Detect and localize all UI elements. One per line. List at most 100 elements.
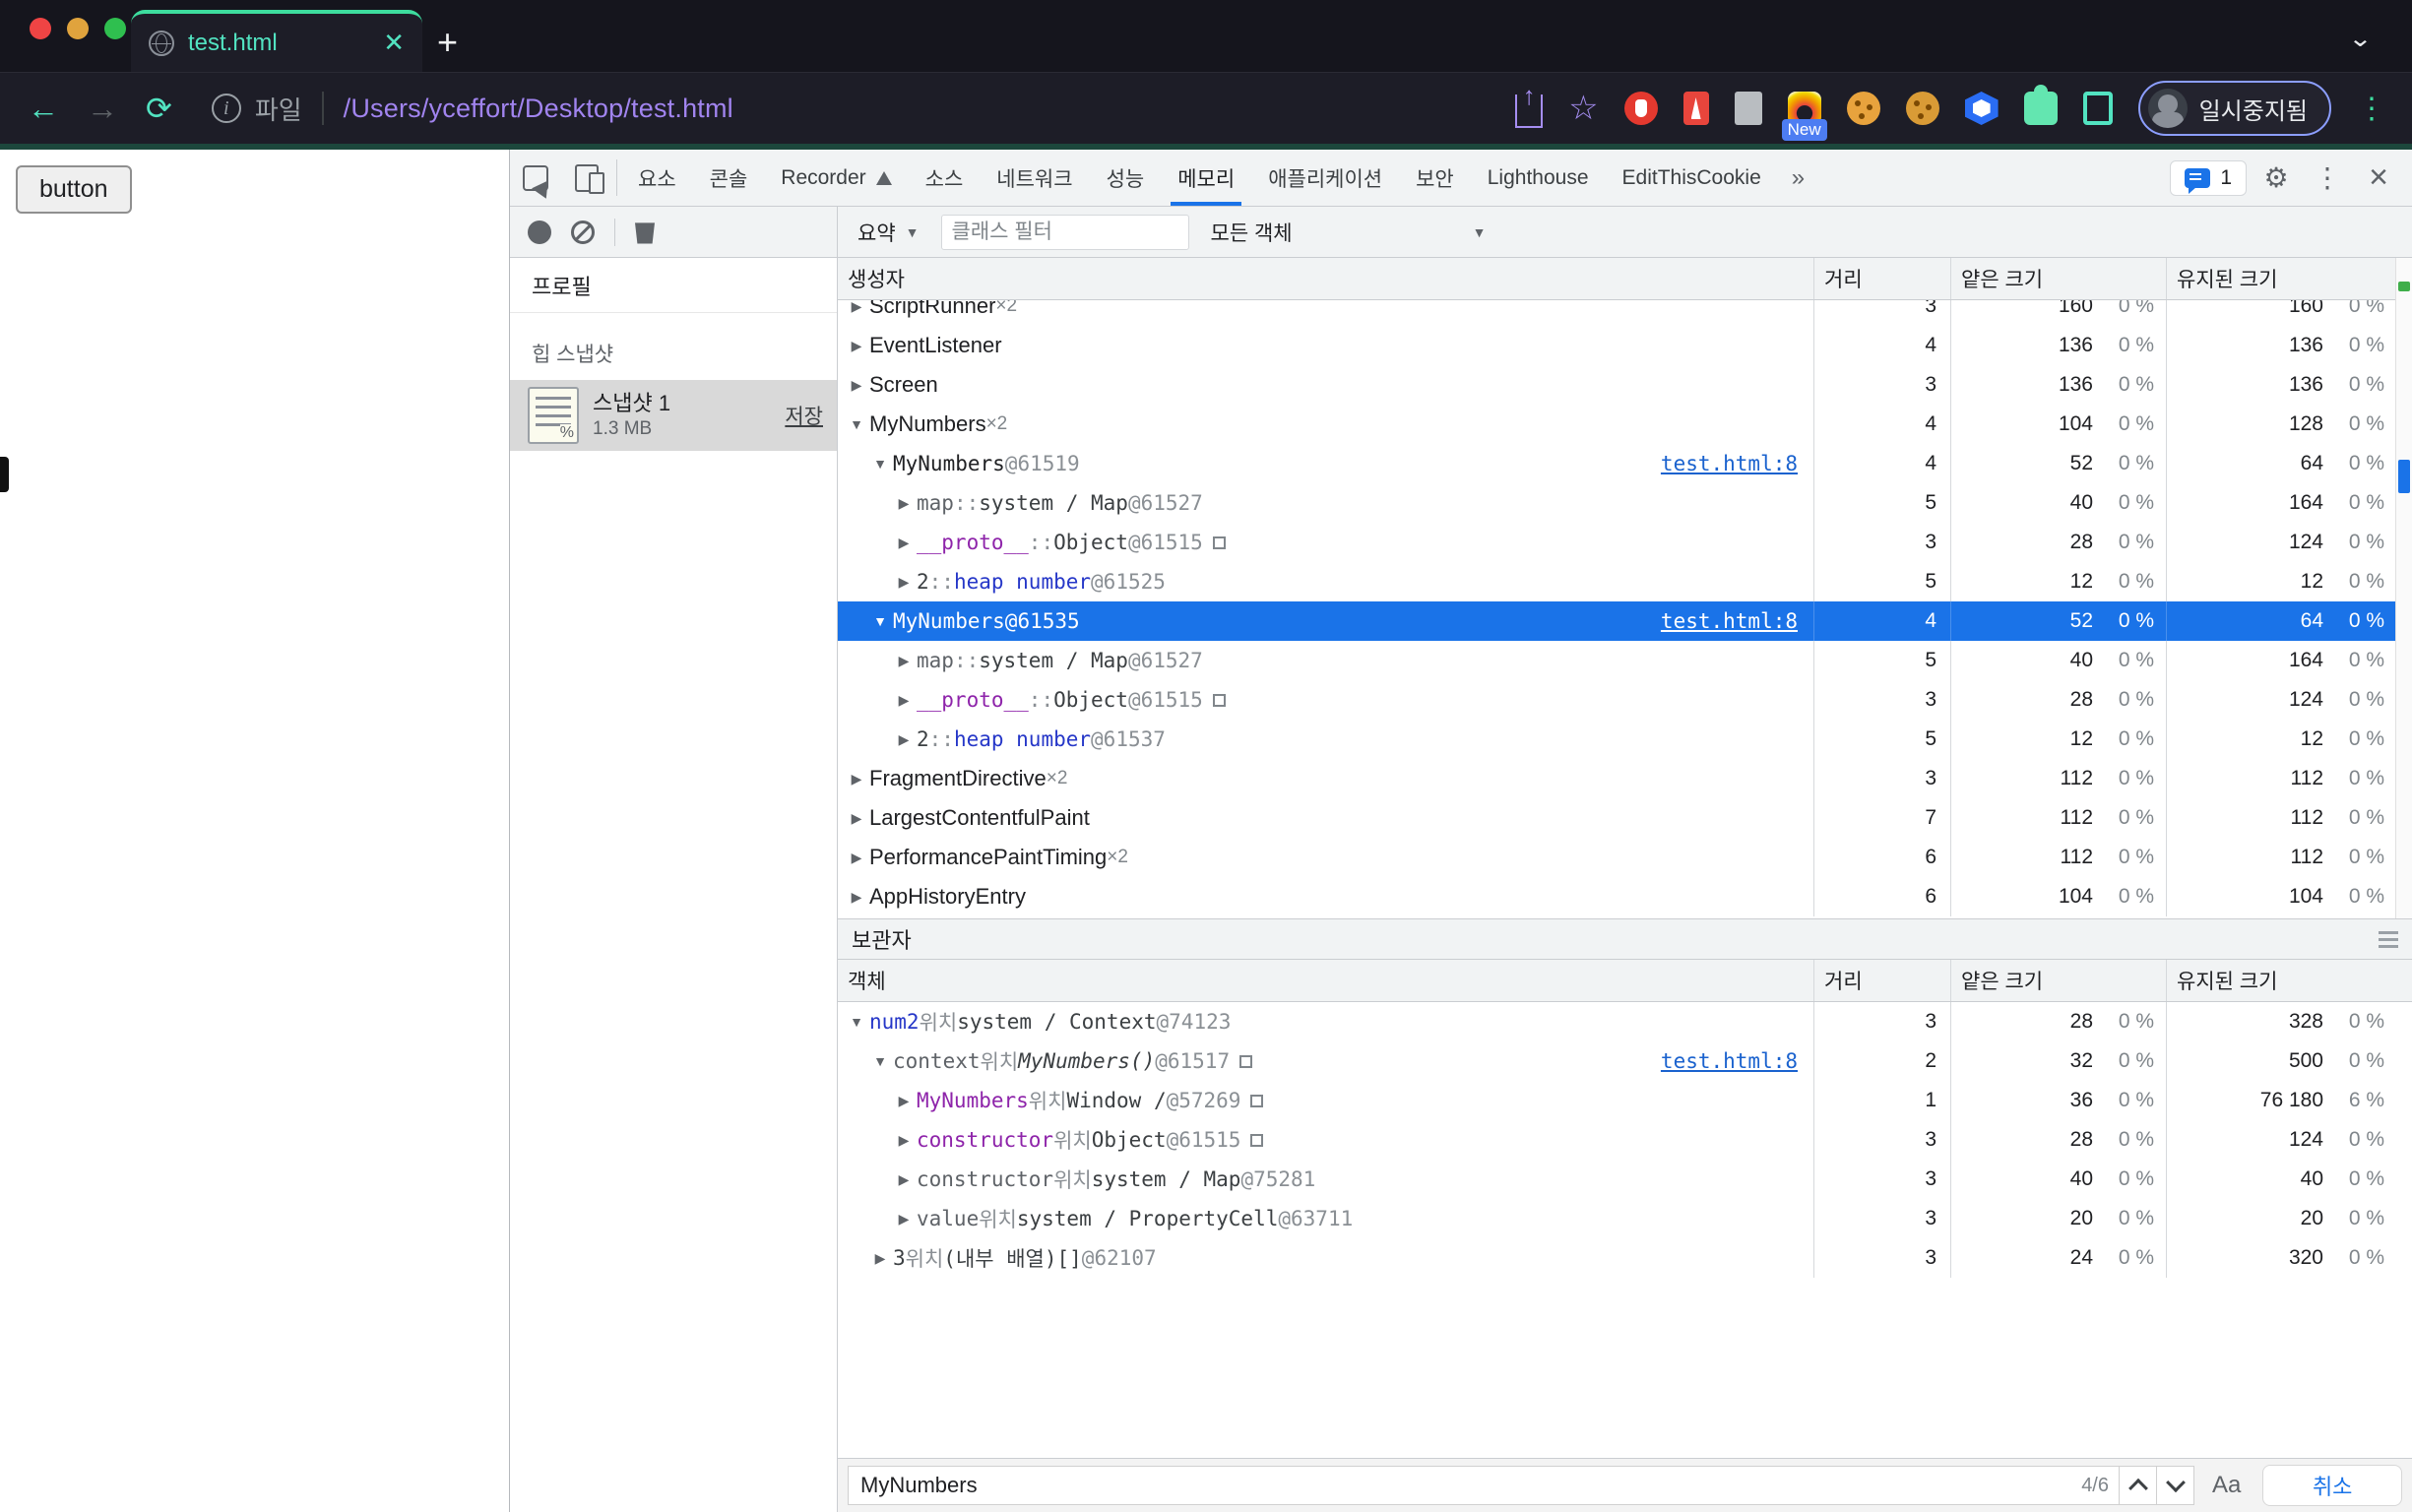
constructor-row[interactable]: ▶ __proto__ :: Object @61515 3 28 0 % 124 0 %	[838, 523, 2412, 562]
tab-콘솔[interactable]: 콘솔	[693, 150, 765, 206]
constructor-row[interactable]: ▶ LargestContentfulPaint 7 112 0 % 112 0 %	[838, 798, 2412, 838]
column-retained-size[interactable]: 유지된 크기	[2166, 258, 2396, 299]
tree-collapsed-arrow-icon[interactable]: ▶	[844, 810, 869, 827]
more-tabs-button[interactable]: »	[1778, 150, 1818, 206]
column-object[interactable]: 객체	[838, 960, 1813, 1001]
tree-collapsed-arrow-icon[interactable]: ▶	[891, 731, 917, 748]
column-distance[interactable]: 거리	[1813, 258, 1950, 299]
tab-Recorder[interactable]: Recorder	[764, 150, 908, 206]
retainers-menu-icon[interactable]	[2379, 930, 2398, 948]
cookie-extension-icon[interactable]	[1846, 92, 1880, 125]
tree-collapsed-arrow-icon[interactable]: ▶	[891, 692, 917, 709]
tree-collapsed-arrow-icon[interactable]: ▶	[891, 1171, 917, 1188]
column-distance[interactable]: 거리	[1813, 960, 1950, 1001]
constructor-row[interactable]: ▼ MyNumbers @61519 test.html:8 4 52 0 % 64 0 %	[838, 444, 2412, 483]
maximize-window-button[interactable]	[104, 18, 126, 39]
object-revealer-box-icon[interactable]	[1250, 1133, 1264, 1147]
column-constructor[interactable]: 생성자	[838, 258, 1813, 299]
take-snapshot-record-icon[interactable]	[528, 220, 551, 244]
cookie-editor-extension-icon[interactable]	[1905, 92, 1939, 125]
tab-애플리케이션[interactable]: 애플리케이션	[1251, 150, 1399, 206]
constructor-row[interactable]: ▼ MyNumbers ×2 4 104 0 % 128 0 %	[838, 405, 2412, 444]
constructor-row[interactable]: ▶ 2 :: heap number @61537 5 12 0 % 12 0 %	[838, 720, 2412, 759]
search-cancel-button[interactable]: 취소	[2262, 1465, 2402, 1506]
constructor-row[interactable]: ▶ map :: system / Map @61527 5 40 0 % 164 0 %	[838, 483, 2412, 523]
tree-expanded-arrow-icon[interactable]: ▼	[844, 416, 869, 432]
tree-collapsed-arrow-icon[interactable]: ▶	[844, 338, 869, 354]
column-retained-size[interactable]: 유지된 크기	[2166, 960, 2396, 1001]
tree-collapsed-arrow-icon[interactable]: ▶	[891, 495, 917, 512]
tree-expanded-arrow-icon[interactable]: ▼	[867, 1053, 893, 1069]
constructor-row[interactable]: ▶ 2 :: heap number @61525 5 12 0 % 12 0 %	[838, 562, 2412, 601]
tree-expanded-arrow-icon[interactable]: ▼	[844, 1014, 869, 1030]
column-shallow-size[interactable]: 얕은 크기	[1950, 960, 2166, 1001]
tab-메모리[interactable]: 메모리	[1161, 150, 1251, 206]
tree-collapsed-arrow-icon[interactable]: ▶	[844, 850, 869, 866]
source-location-link[interactable]: test.html:8	[1661, 1049, 1798, 1073]
profile-button[interactable]: 일시중지됨	[2137, 81, 2331, 136]
site-info-icon[interactable]: i	[211, 94, 241, 123]
tree-collapsed-arrow-icon[interactable]: ▶	[891, 1093, 917, 1109]
reload-icon[interactable]: ⟳	[146, 90, 172, 127]
retainer-row[interactable]: ▼ num2 위치 system / Context @74123 3 28 0 % 32…	[838, 1002, 2412, 1041]
constructor-row[interactable]: ▶ map :: system / Map @61527 5 40 0 % 164 0 %	[838, 641, 2412, 680]
tree-collapsed-arrow-icon[interactable]: ▶	[891, 574, 917, 591]
constructor-row[interactable]: ▼ MyNumbers @61535 test.html:8 4 52 0 % 64 0 %	[838, 601, 2412, 641]
issues-button[interactable]: 1	[2170, 159, 2247, 196]
constructor-row[interactable]: ▶ ScriptRunner ×2 3 160 0 % 160 0 %	[838, 300, 2412, 326]
source-location-link[interactable]: test.html:8	[1661, 452, 1798, 475]
grid-scrollbar[interactable]	[2395, 258, 2412, 918]
adblock-extension-icon[interactable]	[1623, 92, 1658, 125]
minimize-window-button[interactable]	[67, 18, 89, 39]
perspective-select[interactable]: 요약 ▼	[857, 218, 920, 247]
devtools-close-icon[interactable]: ×	[2357, 158, 2400, 197]
tab-소스[interactable]: 소스	[909, 150, 981, 206]
tree-collapsed-arrow-icon[interactable]: ▶	[867, 1250, 893, 1267]
search-input[interactable]	[849, 1473, 2082, 1498]
tree-collapsed-arrow-icon[interactable]: ▶	[891, 535, 917, 551]
extensions-puzzle-icon[interactable]	[2023, 92, 2058, 125]
constructor-row[interactable]: ▶ EventListener 4 136 0 % 136 0 %	[838, 326, 2412, 365]
tab-EditThisCookie[interactable]: EditThisCookie	[1606, 150, 1778, 206]
snapshot-item[interactable]: 스냅샷 1 1.3 MB 저장	[510, 380, 837, 451]
delete-profile-trash-icon[interactable]	[635, 222, 655, 244]
constructor-row[interactable]: ▶ __proto__ :: Object @61515 3 28 0 % 124 0 %	[838, 680, 2412, 720]
browser-menu-kebab-icon[interactable]: ⋮	[2357, 92, 2386, 126]
object-revealer-box-icon[interactable]	[1212, 536, 1226, 549]
hexagon-extension-icon[interactable]	[1964, 92, 1999, 125]
gray-extension-icon[interactable]	[1734, 92, 1762, 125]
new-tab-button[interactable]: +	[437, 22, 458, 63]
tree-expanded-arrow-icon[interactable]: ▼	[867, 456, 893, 472]
constructor-row[interactable]: ▶ PerformancePaintTiming ×2 6 112 0 % 112 0 %	[838, 838, 2412, 877]
clear-profiles-icon[interactable]	[571, 220, 595, 244]
browser-tab[interactable]: test.html ✕	[131, 10, 422, 72]
teal-extension-icon[interactable]	[2082, 92, 2113, 125]
match-case-toggle[interactable]: Aa	[2212, 1472, 2241, 1499]
retainer-row[interactable]: ▶ 3 위치 (내부 배열)[] @62107 3 24 0 % 320 0 %	[838, 1238, 2412, 1278]
constructor-row[interactable]: ▶ FragmentDirective ×2 3 112 0 % 112 0 %	[838, 759, 2412, 798]
tab-Lighthouse[interactable]: Lighthouse	[1471, 150, 1606, 206]
column-shallow-size[interactable]: 얕은 크기	[1950, 258, 2166, 299]
source-location-link[interactable]: test.html:8	[1661, 609, 1798, 633]
retainer-row[interactable]: ▶ constructor 위치 system / Map @75281 3 40 0 …	[838, 1160, 2412, 1199]
retainer-row[interactable]: ▶ MyNumbers 위치 Window / @57269 1 36 0 % 76 18…	[838, 1081, 2412, 1120]
extension-with-new-badge-icon[interactable]: New	[1781, 92, 1827, 141]
object-revealer-box-icon[interactable]	[1250, 1094, 1264, 1107]
tab-close-icon[interactable]: ✕	[383, 28, 405, 58]
tree-expanded-arrow-icon[interactable]: ▼	[867, 613, 893, 629]
back-icon[interactable]: ←	[28, 91, 59, 127]
close-window-button[interactable]	[30, 18, 51, 39]
constructor-row[interactable]: ▶ AppHistoryEntry 6 104 0 % 104 0 %	[838, 877, 2412, 916]
tree-collapsed-arrow-icon[interactable]: ▶	[891, 653, 917, 669]
tree-collapsed-arrow-icon[interactable]: ▶	[844, 889, 869, 906]
retainer-row[interactable]: ▶ value 위치 system / PropertyCell @63711 3 2…	[838, 1199, 2412, 1238]
tab-보안[interactable]: 보안	[1399, 150, 1471, 206]
search-previous-button[interactable]	[2120, 1466, 2157, 1505]
forward-icon[interactable]: →	[87, 91, 118, 127]
page-button[interactable]: button	[16, 165, 132, 214]
object-revealer-box-icon[interactable]	[1212, 693, 1226, 707]
object-scope-select[interactable]: 모든 객체 ▼	[1211, 218, 1487, 247]
constructor-row[interactable]: ▶ Screen 3 136 0 % 136 0 %	[838, 365, 2412, 405]
retainer-row[interactable]: ▼ context 위치 MyNumbers() @61517 test.html:…	[838, 1041, 2412, 1081]
tab-성능[interactable]: 성능	[1090, 150, 1162, 206]
